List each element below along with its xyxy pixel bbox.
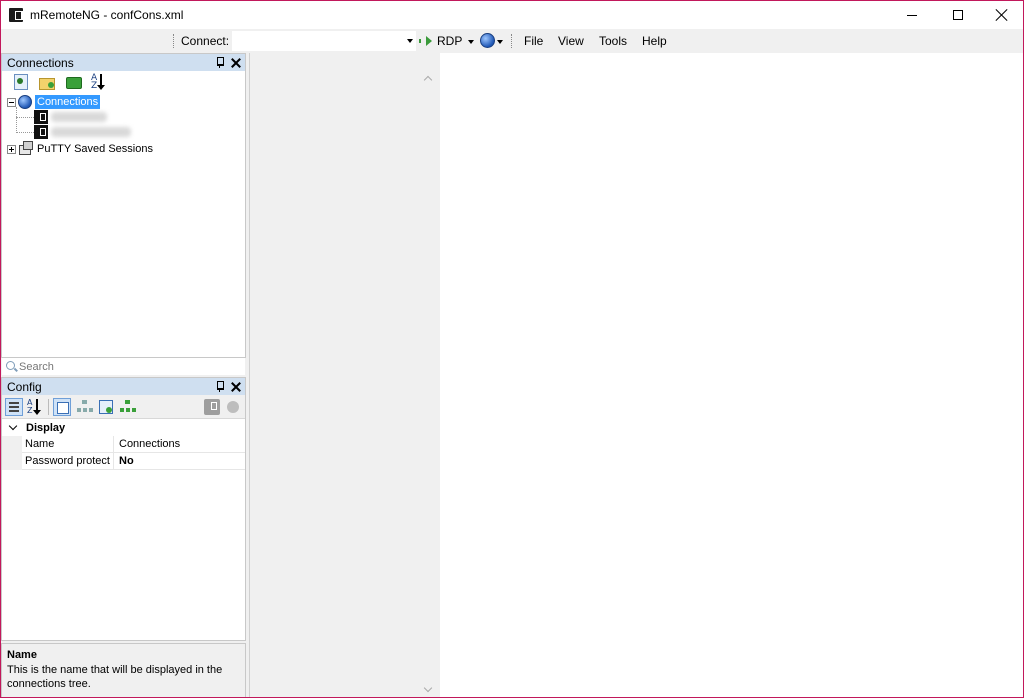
tree-line	[16, 107, 17, 133]
row-gutter	[2, 453, 22, 470]
tree-item-connections[interactable]: Connections	[35, 95, 101, 109]
row-divider	[22, 469, 245, 470]
protocol-label: RDP	[437, 34, 463, 48]
close-icon	[996, 9, 1008, 21]
app-icon	[9, 8, 23, 22]
new-folder-icon[interactable]	[39, 74, 55, 90]
search-box[interactable]	[2, 358, 245, 375]
maximize-icon	[953, 10, 963, 20]
column-divider[interactable]	[113, 436, 114, 453]
tree-item-host-redacted[interactable]	[51, 127, 131, 137]
config-toolbar: A Z	[2, 395, 245, 419]
pin-icon[interactable]	[215, 381, 225, 392]
title-bar: mRemoteNG - confCons.xml	[1, 1, 1023, 29]
config-panel-header: Config	[2, 378, 245, 395]
putty-icon	[19, 141, 33, 155]
menu-view[interactable]: View	[558, 34, 584, 48]
connections-toolbar: A Z	[2, 71, 245, 93]
property-name: Password protect	[25, 455, 110, 467]
play-arrow-icon	[419, 36, 433, 46]
row-gutter	[2, 436, 22, 453]
properties-icon[interactable]	[53, 398, 71, 416]
menu-help[interactable]: Help	[642, 34, 667, 48]
chevron-down-icon	[497, 40, 503, 44]
collapse-icon[interactable]	[7, 98, 16, 107]
chevron-down-icon[interactable]	[423, 683, 433, 693]
property-value[interactable]: Connections	[119, 438, 180, 450]
ping-icon[interactable]	[227, 401, 239, 413]
close-icon[interactable]	[231, 382, 241, 392]
globe-icon	[18, 95, 32, 109]
connections-panel-title: Connections	[7, 56, 74, 70]
config-panel: Config A Z Display Name Connections Pass…	[1, 377, 246, 641]
connections-panel-header: Connections	[2, 54, 245, 71]
document-area	[249, 53, 1023, 697]
app-window: mRemoteNG - confCons.xml Connect: RDP Fi…	[0, 0, 1024, 698]
host-icon	[34, 110, 48, 124]
category-display[interactable]: Display	[2, 420, 245, 436]
toolbar-grip[interactable]	[173, 34, 175, 48]
minimize-button[interactable]	[889, 1, 935, 29]
document-content[interactable]	[440, 53, 1023, 697]
close-icon[interactable]	[231, 58, 241, 68]
chevron-down-icon[interactable]	[8, 421, 18, 431]
tree-item-putty-sessions[interactable]: PuTTY Saved Sessions	[37, 143, 153, 155]
tree-line	[16, 117, 34, 118]
column-divider[interactable]	[113, 453, 114, 470]
view-icon[interactable]	[66, 74, 82, 90]
category-label: Display	[26, 422, 66, 434]
scrollbar[interactable]	[421, 71, 437, 697]
default-inheritance-icon[interactable]	[119, 398, 137, 416]
categorized-icon[interactable]	[5, 398, 23, 416]
expand-icon[interactable]	[7, 145, 16, 154]
sort-az-icon[interactable]: A Z	[26, 398, 44, 416]
arrow-down-icon	[33, 399, 41, 415]
arrow-down-icon	[97, 74, 105, 90]
chevron-down-icon[interactable]	[407, 39, 413, 43]
minimize-icon	[907, 14, 917, 16]
close-button[interactable]	[979, 1, 1023, 29]
description-title: Name	[7, 649, 37, 661]
connections-panel: Connections A Z Connections PuTTY Saved …	[1, 53, 246, 358]
window-title: mRemoteNG - confCons.xml	[30, 8, 184, 22]
external-tools-button[interactable]	[480, 33, 506, 49]
description-panel: Name This is the name that will be displ…	[1, 643, 246, 697]
sort-az-icon[interactable]: A Z	[91, 74, 109, 91]
host-icon	[34, 125, 48, 139]
sort-glyph-z: Z	[27, 406, 33, 415]
config-panel-title: Config	[7, 380, 42, 394]
property-name: Name	[25, 438, 55, 450]
new-connection-icon[interactable]	[13, 74, 29, 90]
chevron-up-icon[interactable]	[423, 75, 433, 85]
globe-icon	[480, 33, 495, 48]
tree-item-host-redacted[interactable]	[51, 112, 107, 122]
pin-icon[interactable]	[215, 57, 225, 68]
inheritance-icon[interactable]	[76, 398, 94, 416]
search-input[interactable]	[19, 359, 241, 374]
connect-combobox[interactable]	[232, 31, 416, 51]
connection-tree[interactable]: Connections PuTTY Saved Sessions	[2, 93, 245, 343]
protocol-dropdown-icon[interactable]	[468, 40, 474, 44]
toolbar-separator	[48, 399, 49, 415]
search-icon	[6, 361, 15, 370]
property-row-name[interactable]: Name Connections	[2, 436, 245, 453]
maximize-button[interactable]	[935, 1, 981, 29]
main-toolbar: Connect: RDP File View Tools Help	[1, 29, 1023, 53]
menu-file[interactable]: File	[524, 34, 543, 48]
menu-grip[interactable]	[511, 34, 513, 48]
host-status-icon[interactable]	[204, 399, 220, 415]
property-row-password-protect[interactable]: Password protect No	[2, 453, 245, 470]
property-value[interactable]: No	[119, 455, 134, 467]
tree-line	[16, 132, 34, 133]
menu-tools[interactable]: Tools	[599, 34, 627, 48]
default-properties-icon[interactable]	[98, 398, 116, 416]
protocol-button[interactable]: RDP	[419, 32, 462, 50]
connect-label: Connect:	[181, 34, 230, 48]
description-text: This is the name that will be displayed …	[7, 664, 223, 690]
